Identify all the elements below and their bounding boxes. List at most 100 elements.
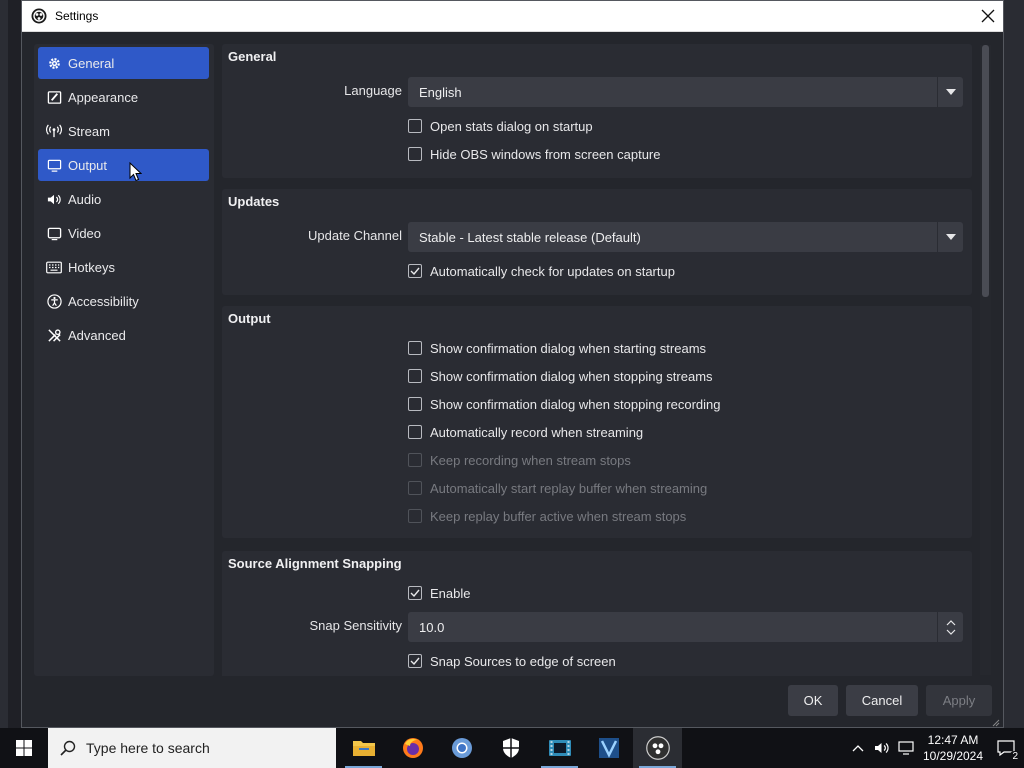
sidebar-item-advanced[interactable]: Advanced (38, 319, 209, 351)
cancel-button[interactable]: Cancel (846, 685, 918, 716)
system-tray: 12:47 AM 10/29/2024 2 (846, 728, 1024, 768)
close-button[interactable] (973, 1, 1003, 31)
network-icon[interactable] (894, 728, 918, 768)
auto-replay-buffer-checkbox: Automatically start replay buffer when s… (408, 478, 707, 498)
film-icon (548, 740, 571, 756)
notification-center[interactable]: 2 (988, 728, 1024, 768)
confirm-start-stream-checkbox[interactable]: Show confirmation dialog when starting s… (408, 338, 706, 358)
taskbar-security[interactable] (486, 728, 535, 768)
updates-group: Updates Update Channel Stable - Latest s… (222, 189, 972, 295)
settings-window: Settings General Appearance Stream Outpu… (21, 0, 1004, 728)
antenna-icon (46, 123, 62, 139)
clock-time: 12:47 AM (927, 733, 979, 747)
keep-recording-checkbox: Keep recording when stream stops (408, 450, 631, 470)
spin-arrows-icon[interactable] (937, 612, 963, 642)
sidebar-item-label: General (68, 55, 115, 71)
open-stats-label: Open stats dialog on startup (430, 118, 593, 134)
checkbox-box (408, 425, 422, 439)
background-left-edge (0, 0, 8, 728)
output-title: Output (228, 311, 271, 326)
taskbar-firefox[interactable] (388, 728, 437, 768)
update-channel-label: Update Channel (308, 228, 402, 243)
sidebar-item-video[interactable]: Video (38, 217, 209, 249)
ok-button[interactable]: OK (788, 685, 838, 716)
search-icon (60, 740, 76, 756)
taskbar-file-explorer[interactable] (339, 728, 388, 768)
brush-icon (46, 89, 62, 105)
windows-logo-icon (16, 740, 32, 756)
open-stats-checkbox[interactable]: Open stats dialog on startup (408, 116, 593, 136)
monitor-output-icon (46, 157, 62, 173)
sidebar-item-label: Output (68, 157, 108, 173)
firefox-icon (402, 738, 423, 758)
volume-icon[interactable] (870, 728, 894, 768)
snap-sensitivity-spinbox[interactable]: 10.0 (408, 612, 963, 642)
checkbox-box (408, 453, 422, 467)
sidebar-item-output[interactable]: Output (38, 149, 209, 181)
sidebar-item-label: Video (68, 225, 102, 241)
sidebar-item-accessibility[interactable]: Accessibility (38, 285, 209, 317)
clock-date: 10/29/2024 (922, 749, 984, 763)
hide-obs-label: Hide OBS windows from screen capture (430, 146, 661, 162)
chevron-up-icon[interactable] (846, 728, 870, 768)
checkbox-box (408, 147, 422, 161)
mouse-cursor-icon (129, 162, 142, 182)
title-bar: Settings (22, 1, 1003, 32)
hide-obs-checkbox[interactable]: Hide OBS windows from screen capture (408, 144, 660, 164)
checkbox-box (408, 654, 422, 668)
folder-icon (352, 741, 375, 756)
taskbar-obs[interactable] (633, 728, 682, 768)
sidebar-item-hotkeys[interactable]: Hotkeys (38, 251, 209, 283)
obs-logo-icon (31, 8, 47, 24)
taskbar-code-editor[interactable] (584, 728, 633, 768)
snapping-title: Source Alignment Snapping (228, 556, 402, 571)
sidebar-item-general[interactable]: General (38, 47, 209, 79)
snap-to-edge-checkbox[interactable]: Snap Sources to edge of screen (408, 651, 616, 671)
close-icon (981, 9, 995, 23)
checkbox-box (408, 119, 422, 133)
accessibility-icon (46, 293, 62, 309)
app-icon (598, 738, 619, 758)
scrollbar-thumb[interactable] (982, 45, 989, 297)
taskbar-search-box[interactable]: Type here to search (48, 728, 336, 768)
language-select[interactable]: English (408, 77, 963, 107)
output-option-label: Keep recording when stream stops (430, 452, 631, 468)
auto-record-checkbox[interactable]: Automatically record when streaming (408, 422, 643, 442)
auto-check-updates-label: Automatically check for updates on start… (430, 263, 675, 279)
taskbar-clock[interactable]: 12:47 AM 10/29/2024 (918, 732, 988, 764)
chevron-down-icon (937, 222, 963, 252)
resize-grip-icon[interactable] (990, 717, 1000, 727)
sidebar-item-label: Accessibility (68, 293, 139, 309)
confirm-stop-recording-checkbox[interactable]: Show confirmation dialog when stopping r… (408, 394, 721, 414)
checkbox-box (408, 341, 422, 355)
taskbar-chromium[interactable] (437, 728, 486, 768)
checkbox-box (408, 509, 422, 523)
sidebar-item-audio[interactable]: Audio (38, 183, 209, 215)
general-title: General (228, 49, 277, 64)
auto-check-updates-checkbox[interactable]: Automatically check for updates on start… (408, 261, 675, 281)
taskbar: Type here to search 12:47 AM 10/29/2024 (0, 728, 1024, 768)
chromium-icon (451, 738, 472, 758)
output-option-label: Automatically start replay buffer when s… (430, 480, 708, 496)
sidebar-item-label: Hotkeys (68, 259, 115, 275)
output-option-label: Keep replay buffer active when stream st… (430, 508, 687, 524)
sidebar-item-label: Advanced (68, 327, 126, 343)
snapping-group: Source Alignment Snapping Enable Snap Se… (222, 551, 972, 676)
taskbar-video-editor[interactable] (535, 728, 584, 768)
apply-button[interactable]: Apply (926, 685, 992, 716)
updates-title: Updates (228, 194, 280, 209)
snapping-enable-checkbox[interactable]: Enable (408, 583, 470, 603)
sidebar-item-stream[interactable]: Stream (38, 115, 209, 147)
update-channel-value: Stable - Latest stable release (Default) (419, 229, 641, 245)
sidebar-item-appearance[interactable]: Appearance (38, 81, 209, 113)
checkbox-box (408, 264, 422, 278)
settings-content: General Language English Open stats dial… (222, 44, 974, 676)
update-channel-select[interactable]: Stable - Latest stable release (Default) (408, 222, 963, 252)
checkmark-icon (410, 657, 420, 665)
confirm-stop-stream-checkbox[interactable]: Show confirmation dialog when stopping s… (408, 366, 713, 386)
start-button[interactable] (0, 728, 48, 768)
keyboard-icon (46, 259, 62, 275)
gear-icon (46, 55, 62, 71)
checkbox-box (408, 481, 422, 495)
output-group: Output Show confirmation dialog when sta… (222, 306, 972, 538)
